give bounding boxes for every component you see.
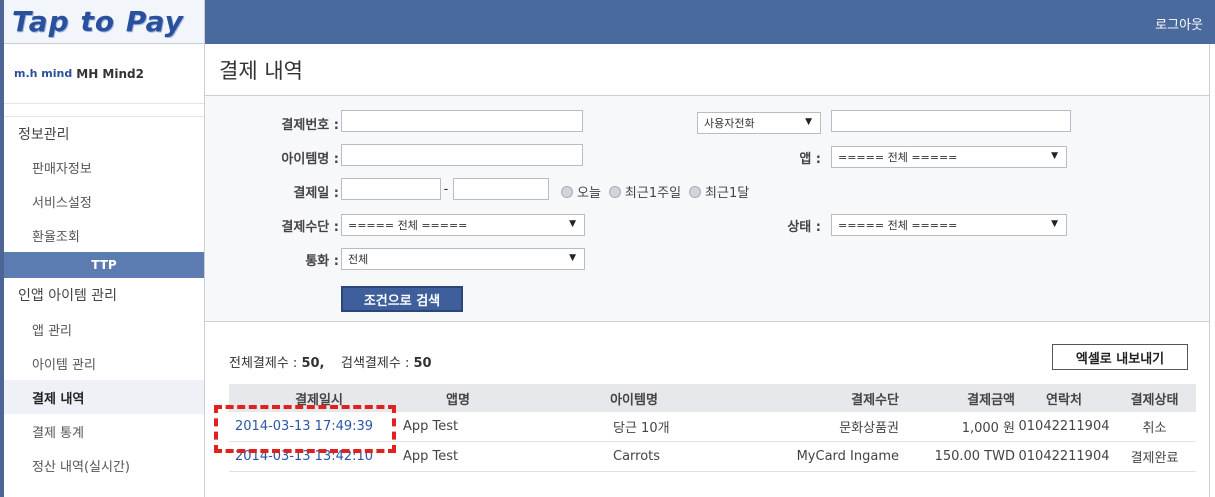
page-title: 결제 내역 xyxy=(205,44,1209,96)
col-header-item[interactable]: 아이템명 xyxy=(513,389,725,408)
search-count-label: 검색결제수 : xyxy=(341,356,410,371)
app-select-value: ===== 전체 ===== xyxy=(838,151,958,164)
payment-no-input[interactable] xyxy=(341,110,583,132)
pay-method-value: ===== 전체 ===== xyxy=(348,219,468,232)
item-name-label: 아이템명 : xyxy=(281,152,339,167)
sidebar: Tap to Pay m.h mind MH Mind2 정보관리 판매자정보 … xyxy=(4,0,205,497)
cell-item: Carrots xyxy=(613,449,661,464)
col-header-app[interactable]: 앱명 xyxy=(403,389,513,408)
radio-icon xyxy=(689,185,702,198)
radio-week-label: 최근1주일 xyxy=(624,186,682,201)
sidebar-item-item-manage[interactable]: 아이템 관리 xyxy=(4,346,204,380)
sidebar-item-app-manage[interactable]: 앱 관리 xyxy=(4,312,204,346)
logo-area[interactable]: Tap to Pay xyxy=(4,0,204,44)
cell-app: App Test xyxy=(403,419,459,434)
app-logo: Tap to Pay xyxy=(12,5,184,38)
search-count-value: 50 xyxy=(413,356,432,371)
cell-method: 문화상품권 xyxy=(839,421,899,436)
total-count-value: 50, xyxy=(301,356,325,371)
currency-label: 통화 : xyxy=(305,254,339,269)
search-filter-panel: 결제번호 : 사용자전화 ▼ 아이템명 : 앱 : ===== 전체 =====… xyxy=(205,96,1209,322)
start-date-input[interactable] xyxy=(341,178,441,200)
sidebar-section-ttp[interactable]: TTP xyxy=(4,252,204,278)
radio-today[interactable]: 오늘 xyxy=(561,182,601,201)
sidebar-item-settlement[interactable]: 정산 내역(실시간) xyxy=(4,448,204,482)
phone-type-select[interactable]: 사용자전화 ▼ xyxy=(697,112,821,134)
result-counts: 전체결제수 : 50, 검색결제수 : 50 xyxy=(229,352,432,371)
chevron-down-icon: ▼ xyxy=(1051,219,1058,229)
radio-month[interactable]: 최근1달 xyxy=(689,182,749,201)
col-header-status[interactable]: 결제상태 xyxy=(1113,389,1196,408)
sidebar-item-service-settings[interactable]: 서비스설정 xyxy=(4,184,204,218)
cell-status: 취소 xyxy=(1142,421,1167,436)
annotation-highlight-box xyxy=(214,405,396,453)
status-label: 상태 : xyxy=(787,220,821,235)
cell-item: 당근 10개 xyxy=(613,421,670,436)
currency-select[interactable]: 전체 ▼ xyxy=(341,248,585,270)
chevron-down-icon: ▼ xyxy=(569,253,576,263)
pay-method-select[interactable]: ===== 전체 ===== ▼ xyxy=(341,214,585,236)
phone-type-value: 사용자전화 xyxy=(704,117,755,130)
sidebar-item-payment-stats[interactable]: 결제 통계 xyxy=(4,414,204,448)
radio-today-label: 오늘 xyxy=(577,186,601,201)
phone-input[interactable] xyxy=(831,110,1071,132)
payment-no-label: 결제번호 : xyxy=(281,118,339,133)
currency-select-value: 전체 xyxy=(348,253,369,266)
cell-method: MyCard Ingame xyxy=(796,449,899,464)
date-separator: - xyxy=(443,182,449,197)
app-select[interactable]: ===== 전체 ===== ▼ xyxy=(831,146,1067,168)
pay-date-label: 결제일 : xyxy=(293,186,339,201)
chevron-down-icon: ▼ xyxy=(805,117,812,127)
brand-name: MH Mind2 xyxy=(76,66,144,81)
sidebar-section-inapp[interactable]: 인앱 아이템 관리 xyxy=(4,278,204,312)
end-date-input[interactable] xyxy=(453,178,549,200)
cell-status: 결제완료 xyxy=(1130,451,1179,466)
brand-logo: m.h mind xyxy=(14,67,73,80)
item-name-input[interactable] xyxy=(341,144,583,166)
sidebar-section-info[interactable]: 정보관리 xyxy=(4,116,204,150)
col-header-amount[interactable]: 결제금액 xyxy=(905,389,1015,408)
sidebar-item-seller-info[interactable]: 판매자정보 xyxy=(4,150,204,184)
col-header-method[interactable]: 결제수단 xyxy=(725,389,905,408)
date-range-radios: 오늘 최근1주일 최근1달 xyxy=(561,182,757,201)
cell-amount: 150.00 TWD xyxy=(934,449,1015,464)
logout-link[interactable]: 로그아웃 xyxy=(1155,14,1203,33)
radio-week[interactable]: 최근1주일 xyxy=(608,182,682,201)
cell-contact: 01042211904 xyxy=(1018,449,1110,464)
col-header-contact[interactable]: 연락처 xyxy=(1015,389,1113,408)
radio-month-label: 최근1달 xyxy=(705,186,750,201)
chevron-down-icon: ▼ xyxy=(1051,151,1058,161)
sidebar-item-payment-history[interactable]: 결제 내역 xyxy=(4,380,204,414)
status-select[interactable]: ===== 전체 ===== ▼ xyxy=(831,214,1067,236)
merchant-brand: m.h mind MH Mind2 xyxy=(4,44,204,104)
cell-amount: 1,000 원 xyxy=(961,421,1015,436)
search-button[interactable]: 조건으로 검색 xyxy=(341,286,463,312)
chevron-down-icon: ▼ xyxy=(569,219,576,229)
top-bar: 로그아웃 xyxy=(205,0,1215,44)
pay-method-label: 결제수단 : xyxy=(281,220,339,235)
cell-app: App Test xyxy=(403,449,459,464)
app-filter-label: 앱 : xyxy=(799,152,821,167)
radio-icon xyxy=(608,185,621,198)
sidebar-item-exchange-rate[interactable]: 환율조회 xyxy=(4,218,204,252)
total-count-label: 전체결제수 : xyxy=(229,356,298,371)
cell-contact: 01042211904 xyxy=(1018,419,1110,434)
status-select-value: ===== 전체 ===== xyxy=(838,219,958,232)
export-excel-button[interactable]: 엑셀로 내보내기 xyxy=(1052,344,1188,370)
radio-icon xyxy=(561,185,573,198)
